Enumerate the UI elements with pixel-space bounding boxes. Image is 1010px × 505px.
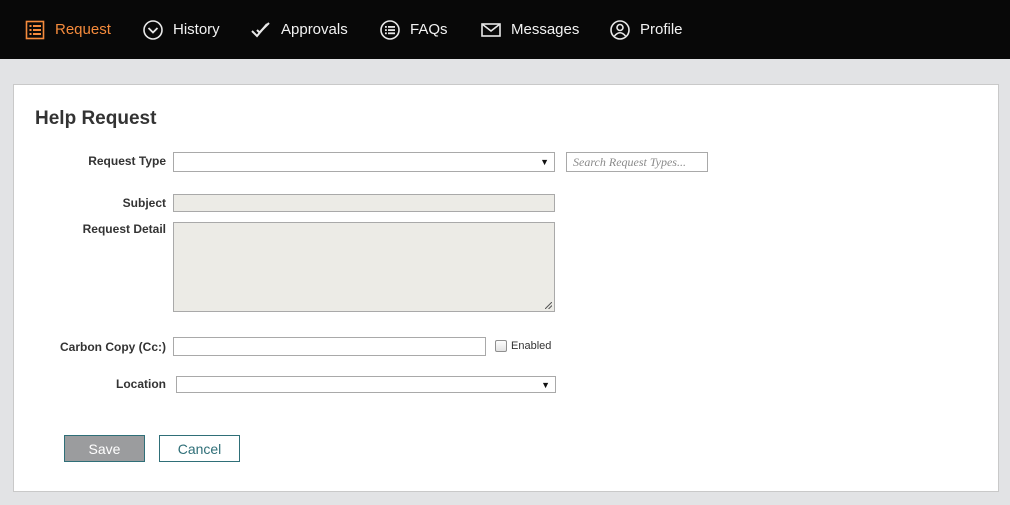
request-type-select[interactable]: ▼ (173, 152, 555, 172)
nav-item-faqs[interactable]: FAQs (379, 0, 448, 59)
double-check-icon (250, 19, 272, 41)
dropdown-arrow-icon: ▼ (541, 379, 550, 390)
dropdown-arrow-icon: ▼ (540, 157, 549, 167)
nav-item-label: Approvals (281, 21, 348, 38)
cancel-button[interactable]: Cancel (159, 435, 240, 462)
subject-label: Subject (122, 196, 166, 210)
enabled-label: Enabled (511, 340, 552, 352)
top-navigation: Request History Approvals FAQs Messages … (0, 0, 1010, 59)
resize-grip-icon[interactable] (545, 302, 552, 309)
nav-item-request[interactable]: Request (24, 0, 111, 59)
location-select[interactable]: ▼ (176, 376, 556, 393)
location-label: Location (116, 377, 166, 391)
request-detail-label: Request Detail (82, 222, 166, 236)
request-detail-textarea[interactable] (173, 222, 555, 312)
enabled-checkbox[interactable] (495, 340, 507, 352)
nav-item-label: FAQs (410, 21, 448, 38)
user-circle-icon (609, 19, 631, 41)
nav-item-history[interactable]: History (142, 0, 220, 59)
nav-item-approvals[interactable]: Approvals (250, 0, 348, 59)
help-request-card: Help Request Request Type ▼ Search Reque… (13, 84, 999, 492)
search-request-types-input[interactable]: Search Request Types... (566, 152, 708, 172)
list-circle-icon (379, 19, 401, 41)
list-icon (24, 19, 46, 41)
carbon-copy-label: Carbon Copy (Cc:) (60, 340, 166, 354)
envelope-icon (480, 19, 502, 41)
save-button[interactable]: Save (64, 435, 145, 462)
nav-item-label: History (173, 21, 220, 38)
nav-item-label: Request (55, 21, 111, 38)
page-title: Help Request (35, 108, 157, 129)
carbon-copy-input[interactable] (173, 337, 486, 356)
nav-item-messages[interactable]: Messages (480, 0, 579, 59)
nav-item-label: Messages (511, 21, 580, 38)
nav-item-profile[interactable]: Profile (609, 0, 683, 59)
subject-field[interactable] (173, 194, 555, 212)
chevron-circle-icon (142, 19, 164, 41)
nav-item-label: Profile (640, 21, 683, 38)
request-type-label: Request Type (88, 154, 166, 168)
